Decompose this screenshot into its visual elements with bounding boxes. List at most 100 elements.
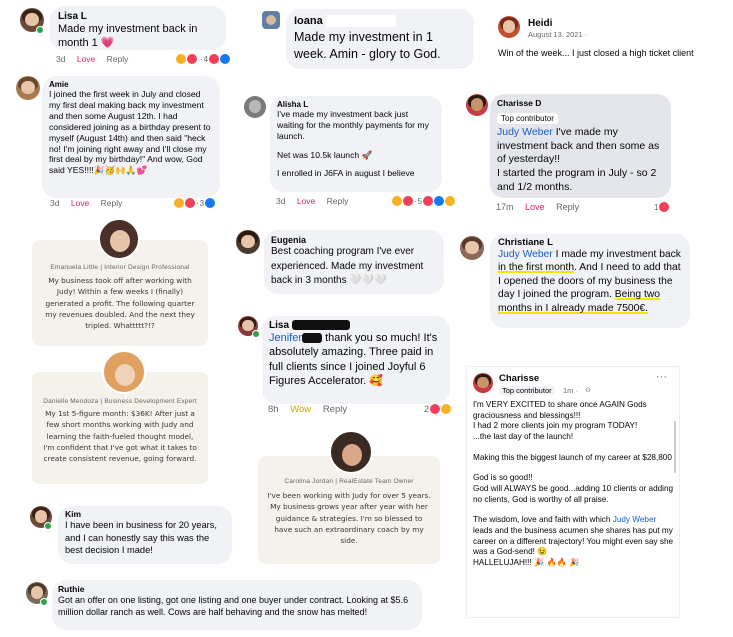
highlighted-text: in the first month (498, 262, 575, 274)
reply-button[interactable]: Reply (107, 54, 129, 64)
reaction-summary[interactable]: · 3 (174, 198, 216, 208)
testimonial-photo (102, 350, 146, 394)
comment-christiane: Christiane L Judy Weber I made my invest… (456, 232, 696, 332)
avatar[interactable] (16, 76, 40, 100)
timestamp[interactable]: 3d (56, 54, 65, 64)
post-date[interactable]: August 13, 2021 · (528, 30, 587, 39)
love-button[interactable]: Love (525, 202, 545, 212)
comment-bubble: Alisha L I've made my investment back ju… (270, 96, 442, 192)
comment-alisha: Alisha L I've made my investment back ju… (240, 92, 456, 212)
love-button[interactable]: Love (77, 54, 95, 64)
comment-text: Judy Weber I've made my investment back … (497, 126, 660, 193)
author-name[interactable]: Lisa L (58, 11, 218, 22)
author-name[interactable]: Ruthie (58, 584, 416, 594)
post-heidi: Heidi August 13, 2021 · Win of the week.… (490, 8, 730, 68)
mention-link[interactable]: Judy Weber (498, 249, 553, 260)
comment-bubble: Eugenia Best coaching program I've ever … (264, 230, 444, 294)
reply-button[interactable]: Reply (323, 404, 347, 415)
post-time[interactable]: 1m · (563, 386, 578, 395)
online-indicator (40, 598, 48, 606)
reaction-summary[interactable]: · 5 (392, 196, 456, 206)
author-name[interactable]: Charisse D (497, 98, 664, 108)
globe-icon: ⊙ (585, 387, 591, 394)
love-button[interactable]: Love (71, 198, 89, 208)
comment-text: I joined the first week in July and clos… (49, 89, 211, 176)
like-reaction-icon (205, 198, 216, 208)
avatar[interactable] (236, 230, 260, 254)
reply-button[interactable]: Reply (101, 198, 123, 208)
comment-eugenia: Eugenia Best coaching program I've ever … (232, 228, 447, 296)
timestamp[interactable]: 8h (268, 404, 279, 415)
avatar[interactable] (498, 16, 520, 38)
avatar[interactable] (466, 94, 488, 116)
testimonial-photo (98, 218, 140, 260)
timestamp[interactable]: 3d (276, 196, 285, 206)
author-name[interactable]: Charisse (499, 373, 539, 384)
online-indicator (44, 522, 52, 530)
timestamp[interactable]: 3d (50, 198, 59, 208)
author-name[interactable]: Eugenia (271, 235, 437, 245)
reply-button[interactable]: Reply (327, 196, 349, 206)
comment-bubble: Amie I joined the first week in July and… (42, 76, 220, 198)
comment-text: Judy Weber I made my investment back in … (498, 249, 681, 314)
comment-actions: 8h Wow Reply (268, 404, 356, 415)
comment-bubble: Ruthie Got an offer on one listing, got … (52, 580, 422, 630)
like-reaction-icon (434, 196, 445, 206)
avatar[interactable] (473, 373, 493, 393)
online-indicator (252, 330, 260, 338)
comment-actions: 3d Love Reply (56, 54, 137, 64)
care-reaction-icon (176, 54, 186, 64)
author-name[interactable]: Amie (49, 80, 213, 89)
comment-text: Jenifer thank you so much! It's absolute… (269, 332, 438, 387)
comment-charisse-d: Charisse D Top contributor Judy Weber I'… (462, 92, 677, 216)
care-reaction-icon (445, 196, 456, 206)
comment-lisa-l: Lisa L Made my investment back in month … (0, 0, 232, 70)
testimonial-photo (329, 430, 373, 474)
author-name[interactable]: Alisha L (277, 100, 435, 109)
top-contributor-badge[interactable]: Top contributor (497, 113, 558, 124)
post-text: Win of the week... I just closed a high … (498, 48, 694, 58)
mention-link[interactable]: Judy Weber (613, 515, 657, 524)
timestamp[interactable]: 17m (496, 202, 514, 212)
comment-text: I have been in business for 20 years, an… (65, 520, 217, 556)
wow-button[interactable]: Wow (290, 404, 311, 415)
like-reaction-icon (220, 54, 231, 64)
top-contributor-badge[interactable]: Top contributor (499, 386, 555, 395)
author-name[interactable]: Kim (65, 509, 225, 519)
comment-kim: Kim I have been in business for 20 years… (28, 504, 234, 566)
mention-link[interactable]: Judy Weber (497, 126, 553, 138)
author-name[interactable]: Christiane L (498, 237, 682, 248)
reaction-summary[interactable]: 1 (654, 202, 670, 212)
mention-link[interactable]: Jenifer (269, 332, 302, 344)
avatar[interactable] (460, 236, 484, 260)
avatar[interactable] (262, 11, 280, 29)
testimonial-caption: Carolina Jordan | RealEstate Team Owner (284, 478, 414, 485)
love-button[interactable]: Love (297, 196, 315, 206)
author-name[interactable]: Lisa (269, 320, 443, 331)
avatar[interactable] (244, 96, 266, 118)
online-indicator (36, 26, 44, 34)
comment-text: Got an offer on one listing, got one lis… (58, 595, 409, 618)
comment-bubble: Kim I have been in business for 20 years… (58, 506, 232, 564)
testimonial-text: I've been working with Judy for over 5 y… (267, 491, 431, 546)
reaction-summary[interactable]: 2 (424, 404, 452, 414)
love-reaction-icon (187, 54, 197, 64)
comment-text: I've made my investment back just waitin… (277, 109, 429, 178)
scrollbar[interactable] (674, 421, 676, 473)
testimonial-caption: Danielle Mendoza | Business Development … (43, 398, 197, 405)
love-reaction-icon (209, 54, 220, 64)
comment-actions: 3d Love Reply (276, 196, 357, 206)
wow-reaction-icon (441, 404, 452, 414)
author-name[interactable]: Ioana (294, 15, 466, 28)
post-charisse: Charisse Top contributor 1m · ⊙ ··· I'm … (466, 366, 680, 618)
more-options-button[interactable]: ··· (656, 371, 667, 383)
reply-button[interactable]: Reply (556, 202, 579, 212)
comment-lisa: Lisa Jenifer thank you so much! It's abs… (232, 312, 457, 424)
comment-ioana: Ioana Made my investment in 1 week. Amin… (258, 5, 476, 71)
author-name[interactable]: Heidi (528, 18, 552, 29)
love-reaction-icon (185, 198, 195, 208)
love-reaction-icon (430, 404, 441, 414)
testimonial-text: My business took off after working with … (45, 276, 195, 331)
comment-text: Best coaching program I've ever experien… (271, 246, 424, 286)
reaction-summary[interactable]: · 4 (176, 54, 231, 64)
